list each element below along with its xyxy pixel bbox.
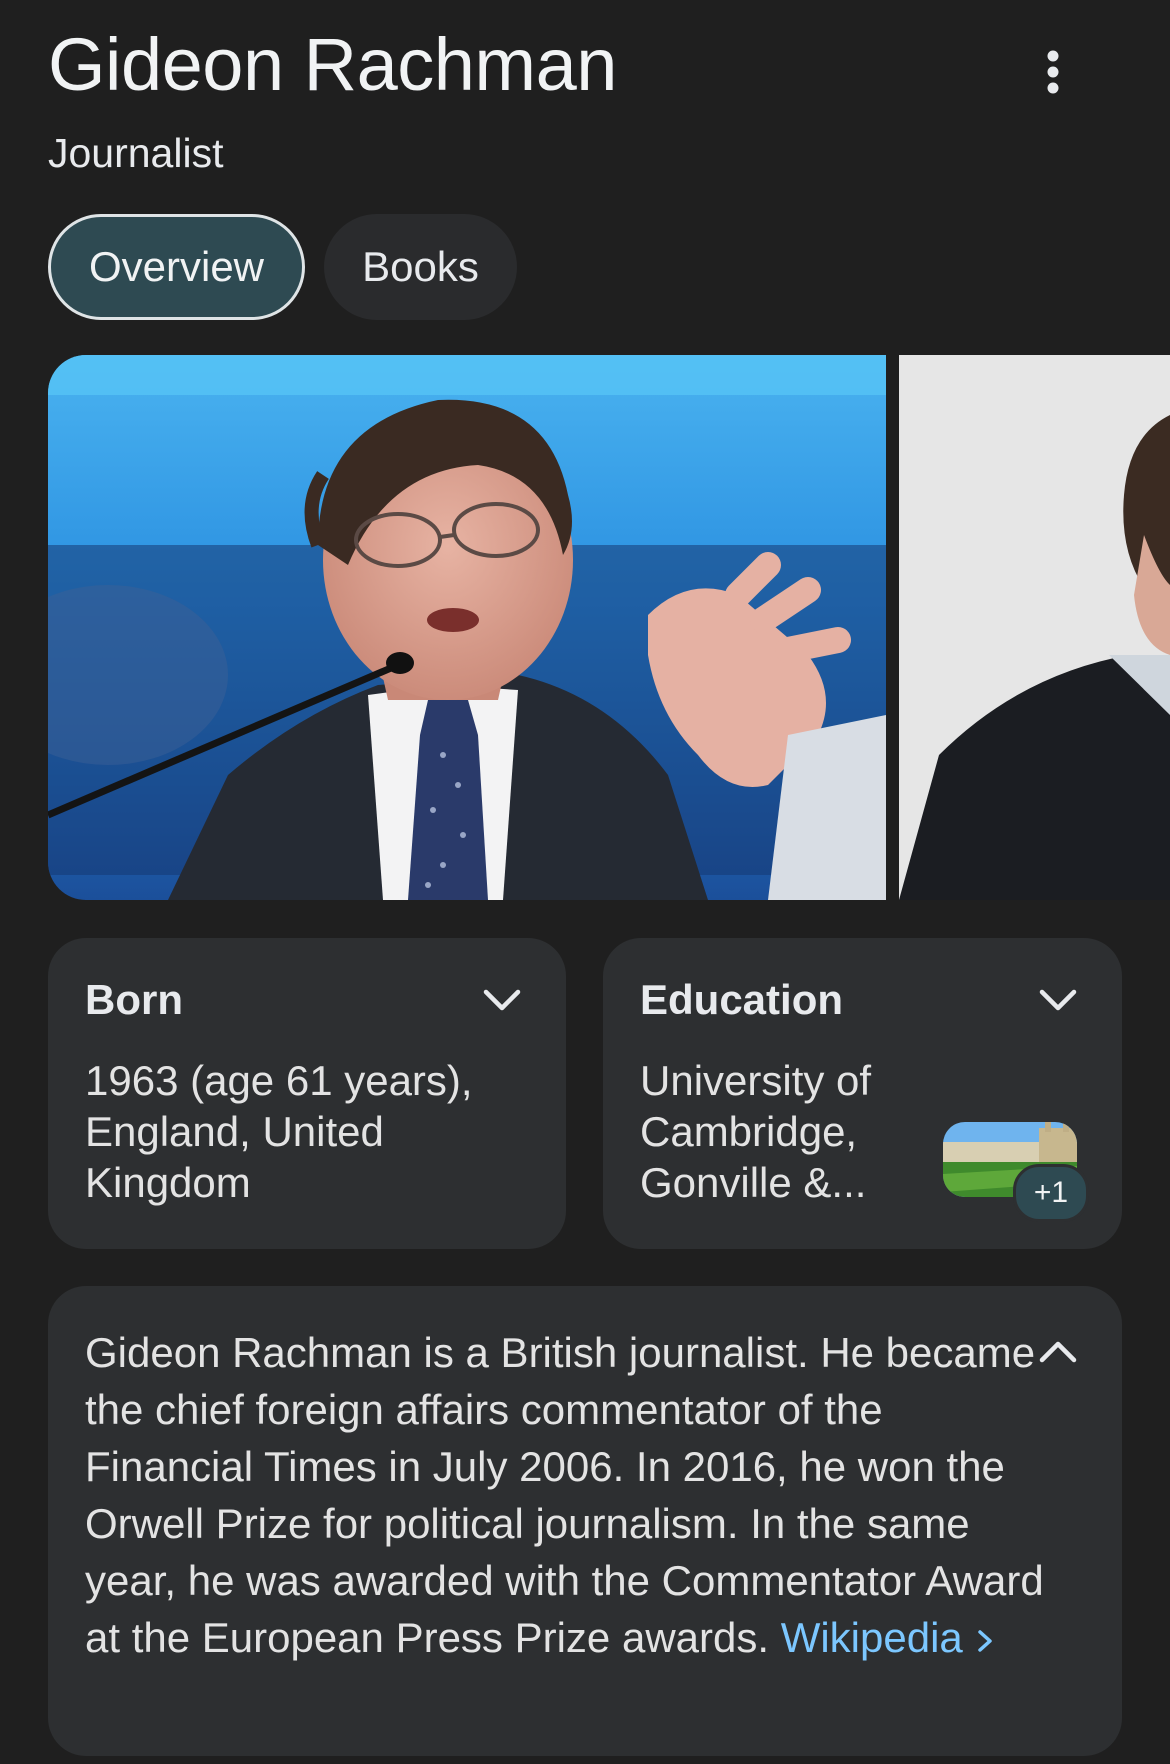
born-card[interactable]: Born 1963 (age 61 years), England, Unite… xyxy=(48,938,566,1249)
page-subtitle: Journalist xyxy=(48,130,224,176)
education-label: Education xyxy=(640,976,844,1023)
description-text: Gideon Rachman is a British journalist. … xyxy=(85,1324,1045,1666)
wikipedia-link-label: Wikipedia xyxy=(780,1614,963,1661)
born-value: 1963 (age 61 years), England, United Kin… xyxy=(85,1057,473,1206)
knowledge-panel: Gideon Rachman Journalist Overview Books xyxy=(0,0,1170,1764)
chevron-down-icon xyxy=(1039,989,1077,1011)
photo-secondary-image xyxy=(899,355,1170,900)
chevron-down-icon xyxy=(483,989,521,1011)
photo-main[interactable] xyxy=(48,355,886,900)
wikipedia-link[interactable]: Wikipedia xyxy=(781,1614,997,1661)
tab-overview-label: Overview xyxy=(88,243,265,290)
description-card: Gideon Rachman is a British journalist. … xyxy=(48,1286,1122,1756)
photo-secondary[interactable] xyxy=(899,355,1170,900)
born-label: Born xyxy=(85,976,183,1023)
chevron-up-icon[interactable] xyxy=(1038,1336,1078,1366)
description-body: Gideon Rachman is a British journalist. … xyxy=(85,1329,1044,1661)
tab-books-label: Books xyxy=(362,243,479,290)
tab-overview[interactable]: Overview xyxy=(48,214,305,320)
more-options-button[interactable] xyxy=(1028,40,1078,104)
education-card[interactable]: Education University of Cambridge, Gonvi… xyxy=(603,938,1122,1249)
more-count-badge: +1 xyxy=(1013,1164,1089,1222)
photo-main-image xyxy=(48,355,886,900)
chevron-right-icon xyxy=(978,1630,993,1652)
tab-books[interactable]: Books xyxy=(324,214,517,320)
page-title: Gideon Rachman xyxy=(48,23,617,106)
more-vert-icon xyxy=(1047,50,1059,94)
education-value: University of Cambridge, Gonville &... xyxy=(640,1057,872,1206)
